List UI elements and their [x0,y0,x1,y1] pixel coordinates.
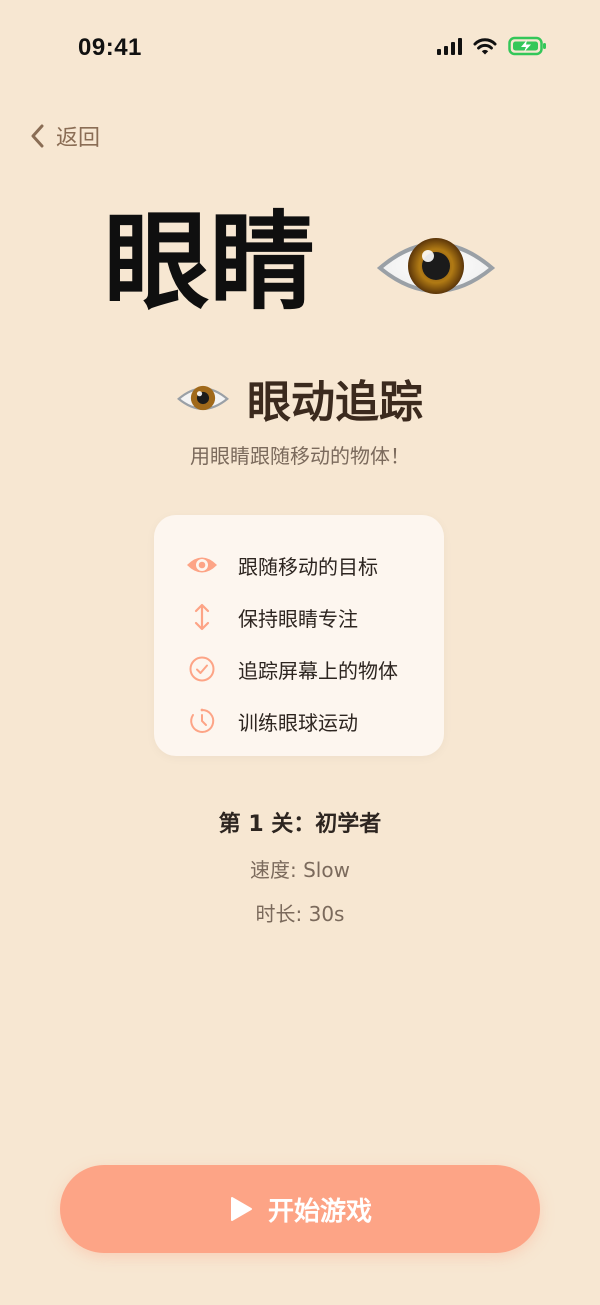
vertical-arrows-icon [184,603,220,631]
check-circle-icon [184,655,220,683]
play-icon [230,1197,252,1221]
cellular-signal-icon [437,37,462,55]
battery-charging-icon [508,36,546,56]
activity-description: 用眼睛跟随移动的物体！ [190,444,410,468]
start-game-button[interactable]: 开始游戏 [60,1165,540,1253]
activity-title: 眼动追踪 [247,377,423,428]
activity-header: 眼动追踪 [0,366,600,430]
eye-icon [376,217,496,323]
level-title: 第 1 关：初学者 [218,812,382,837]
features-card: 跟随移动的目标 保持眼睛专注 追踪屏幕上的物体 训练眼球运动 [154,515,444,756]
start-game-label: 开始游戏 [267,1196,372,1227]
level-duration: 时长: 30s [255,902,345,926]
level-speed: 速度: Slow [250,858,350,882]
feature-item: 保持眼睛专注 [184,591,428,643]
hero-title: 眼睛 [103,201,316,324]
feature-label: 保持眼睛专注 [238,606,358,631]
feature-item: 追踪屏幕上的物体 [184,643,428,695]
status-time: 09:41 [78,34,142,61]
feature-label: 追踪屏幕上的物体 [238,658,398,683]
timer-icon [184,707,220,735]
hero-title-row: 眼睛 [0,210,600,323]
status-icons [437,36,548,56]
eye-icon [184,551,220,579]
wifi-icon [473,38,497,55]
chevron-left-icon [31,124,44,148]
feature-item: 跟随移动的目标 [184,539,428,591]
feature-item: 训练眼球运动 [184,695,428,747]
back-label: 返回 [56,126,101,151]
back-button[interactable]: 返回 [28,120,100,152]
eye-icon [177,385,229,411]
feature-label: 训练眼球运动 [238,710,358,735]
feature-label: 跟随移动的目标 [238,554,378,579]
